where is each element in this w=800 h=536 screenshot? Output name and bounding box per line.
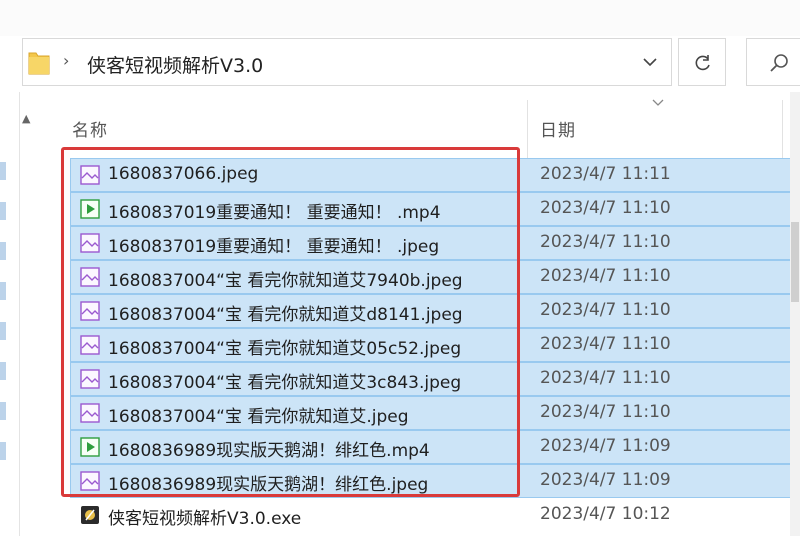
file-row[interactable]: 1680837004“宝 看完你就知道艾d8141.jpeg 2023/4/7 1… (0, 294, 800, 328)
file-name[interactable]: 1680837004“宝 看完你就知道艾.jpeg (108, 402, 409, 427)
image-file-icon (80, 267, 100, 287)
address-bar[interactable]: › 侠客短视频解析V3.0 (22, 38, 672, 86)
file-name[interactable]: 1680837019重要通知！ 重要通知！ .mp4 (108, 198, 441, 223)
file-date-modified: 2023/4/7 11:09 (540, 436, 671, 456)
image-file-icon (80, 369, 100, 389)
column-divider[interactable] (527, 100, 528, 158)
file-name[interactable]: 1680837019重要通知！ 重要通知！ .jpeg (108, 232, 439, 257)
video-file-icon (80, 199, 100, 219)
image-file-icon (80, 233, 100, 253)
image-file-icon (80, 301, 100, 321)
file-row[interactable]: 1680837066.jpeg 2023/4/7 11:11 (0, 158, 800, 192)
vertical-scrollbar[interactable] (790, 92, 800, 536)
file-row[interactable]: 1680837004“宝 看完你就知道艾05c52.jpeg 2023/4/7 1… (0, 328, 800, 362)
file-row[interactable]: 1680837004“宝 看完你就知道艾.jpeg 2023/4/7 11:10 (0, 396, 800, 430)
file-date-modified: 2023/4/7 11:11 (540, 164, 671, 184)
folder-icon (28, 52, 50, 75)
file-list[interactable]: 1680837066.jpeg 2023/4/7 11:11 1680837019重… (0, 158, 800, 536)
file-name[interactable]: 1680837004“宝 看完你就知道艾d8141.jpeg (108, 300, 463, 325)
column-header-date[interactable]: 日期 (540, 116, 576, 141)
file-name[interactable]: 1680836989现实版天鹅湖！绯红色.jpeg (108, 470, 428, 495)
search-icon (770, 54, 788, 72)
file-date-modified: 2023/4/7 10:12 (540, 504, 671, 524)
scrollbar-thumb[interactable] (791, 222, 799, 302)
file-date-modified: 2023/4/7 11:10 (540, 266, 671, 286)
breadcrumb-separator: › (63, 51, 70, 70)
refresh-icon (695, 55, 710, 71)
title-strip (0, 0, 800, 36)
file-date-modified: 2023/4/7 11:10 (540, 334, 671, 354)
file-row[interactable]: 1680837004“宝 看完你就知道艾3c843.jpeg 2023/4/7 1… (0, 362, 800, 396)
file-date-modified: 2023/4/7 11:09 (540, 470, 671, 490)
image-file-icon (80, 403, 100, 423)
file-row[interactable]: 1680837019重要通知！ 重要通知！ .jpeg 2023/4/7 11:1… (0, 226, 800, 260)
file-name[interactable]: 1680836989现实版天鹅湖！绯红色.mp4 (108, 436, 430, 461)
image-file-icon (80, 335, 100, 355)
image-file-icon (80, 165, 100, 185)
file-name[interactable]: 1680837004“宝 看完你就知道艾05c52.jpeg (108, 334, 461, 359)
scroll-up-icon[interactable]: ▲ (22, 112, 30, 125)
file-date-modified: 2023/4/7 11:10 (540, 232, 671, 252)
file-row[interactable]: 1680837004“宝 看完你就知道艾7940b.jpeg 2023/4/7 1… (0, 260, 800, 294)
file-name[interactable]: 1680837004“宝 看完你就知道艾3c843.jpeg (108, 368, 461, 393)
file-date-modified: 2023/4/7 11:10 (540, 198, 671, 218)
file-date-modified: 2023/4/7 11:10 (540, 402, 671, 422)
file-date-modified: 2023/4/7 11:10 (540, 300, 671, 320)
file-date-modified: 2023/4/7 11:10 (540, 368, 671, 388)
file-name[interactable]: 侠客短视频解析V3.0.exe (108, 504, 301, 529)
file-row[interactable]: 1680836989现实版天鹅湖！绯红色.mp4 2023/4/7 11:09 (0, 430, 800, 464)
file-row[interactable]: 侠客短视频解析V3.0.exe 2023/4/7 10:12 (0, 498, 800, 532)
file-row[interactable]: 1680836989现实版天鹅湖！绯红色.jpeg 2023/4/7 11:09 (0, 464, 800, 498)
sort-chevron-icon (652, 99, 664, 106)
file-name[interactable]: 1680837004“宝 看完你就知道艾7940b.jpeg (108, 266, 463, 291)
video-file-icon (80, 437, 100, 457)
column-header-name[interactable]: 名称 (72, 116, 108, 141)
column-divider[interactable] (782, 100, 783, 158)
chevron-down-icon[interactable] (641, 53, 659, 71)
file-row[interactable]: 1680837019重要通知！ 重要通知！ .mp4 2023/4/7 11:10 (0, 192, 800, 226)
breadcrumb-current-folder[interactable]: 侠客短视频解析V3.0 (87, 51, 263, 78)
search-box[interactable] (746, 38, 800, 86)
file-name[interactable]: 1680837066.jpeg (108, 164, 258, 184)
image-file-icon (80, 471, 100, 491)
refresh-button[interactable] (678, 38, 726, 86)
application-icon (81, 506, 99, 524)
